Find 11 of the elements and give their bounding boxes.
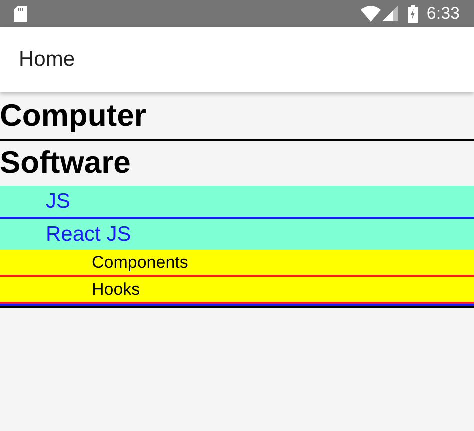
- signal-icon: [382, 6, 398, 21]
- tree-item[interactable]: Hooks: [0, 277, 474, 302]
- app-bar-title: Home: [19, 46, 76, 73]
- sd-card-icon: [14, 6, 27, 22]
- tree-item[interactable]: Components: [0, 250, 474, 275]
- tree-item[interactable]: Computer: [0, 94, 474, 139]
- tree-item[interactable]: JS: [0, 186, 474, 217]
- battery-charging-icon: [408, 4, 418, 22]
- tree-item[interactable]: Software: [0, 141, 474, 186]
- tree-item[interactable]: React JS: [0, 219, 474, 250]
- status-time: 6:33: [426, 2, 460, 25]
